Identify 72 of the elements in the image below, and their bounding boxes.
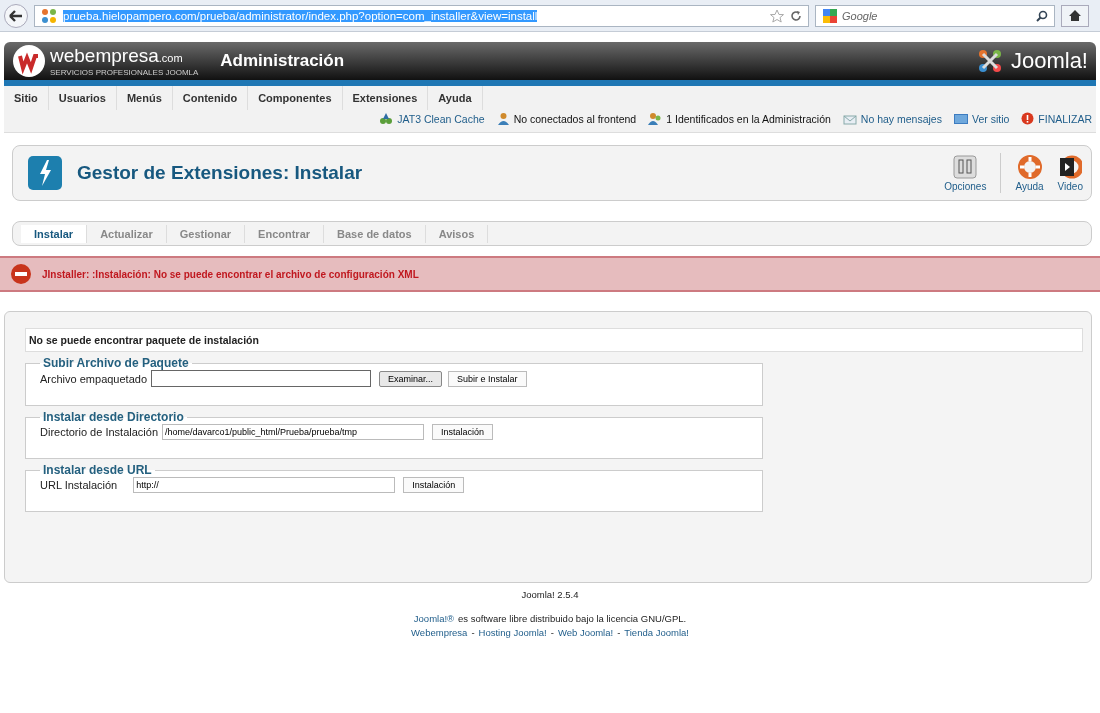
joomla-logo-icon [976,48,1003,74]
status-link[interactable]: JAT3 Clean Cache [379,112,485,125]
brand-name: webempresa.com [50,45,184,68]
menu-item[interactable]: Ayuda [428,86,483,110]
star-icon[interactable] [770,8,784,23]
video-icon [1058,154,1083,179]
joomla-favicon-icon [41,7,57,24]
file-input[interactable] [151,370,371,387]
status-link[interactable]: FINALIZAR [1021,112,1092,125]
webempresa-logo-icon [12,44,46,78]
field-label: Directorio de Instalación [40,426,158,438]
section-legend: Instalar desde URL [40,463,155,477]
monitor-icon [953,113,968,124]
status-link[interactable]: Ver sitio [953,112,1010,125]
error-text: JInstaller: :Instalación: No se puede encontrar el archivo de configuración XML [42,268,419,280]
form-button[interactable]: Examinar... [379,370,443,387]
lifebuoy-icon [1017,154,1042,179]
search-field[interactable]: Google [815,4,1055,27]
header-title: Administración [220,51,345,71]
joomla-logo-text: Joomla! [1010,48,1088,74]
home-button[interactable] [1061,4,1089,27]
subtab[interactable]: Instalar [21,224,88,243]
menu-item[interactable]: Extensiones [342,86,429,110]
form-button[interactable]: Instalación [432,424,494,440]
lightning-icon [27,155,63,191]
search-placeholder: Google [842,9,878,22]
options-icon [953,154,978,179]
link-separator: - [617,626,621,640]
envelope-icon [842,112,857,125]
field-label: URL Instalación [40,479,118,491]
back-button[interactable] [4,3,28,28]
menu-item[interactable]: Usuarios [48,86,117,110]
license-text: es software libre distribuido bajo la licencia GNU/GPL. [458,612,687,626]
search-icon[interactable] [1036,9,1048,22]
footer-link[interactable]: Webempresa [411,626,468,640]
section-legend: Subir Archivo de Paquete [40,356,192,370]
no-entry-icon [10,263,32,285]
link-separator: - [471,626,475,640]
input-field[interactable]: /home/davarco1/public_html/Prueba/prueba/tmp [162,424,424,440]
toolbar-button[interactable]: Video [1057,154,1083,192]
toolbar-button[interactable]: Ayuda [1015,154,1044,192]
section-legend: Instalar desde Directorio [40,410,187,424]
url-text: prueba.hielopampero.com/prueba/administrator/index.php?option=com_installer&view=install [63,9,538,22]
brand-tagline: SERVICIOS PROFESIONALES JOOMLA [50,67,199,77]
field-label: Archivo empaquetado [40,372,147,385]
alert-icon [1021,112,1035,125]
home-icon [1068,9,1082,22]
status-link[interactable]: 1 Identificados en la Administración [648,112,831,125]
menu-item[interactable]: Sitio [4,86,49,110]
user-icon [496,112,510,125]
form-button[interactable]: Instalación [403,477,465,493]
menu-item[interactable]: Menús [116,86,173,110]
status-link[interactable]: No conectados al frontend [496,112,637,125]
cache-icon [379,112,394,125]
users-icon [648,112,663,125]
back-arrow-icon [9,9,23,22]
menu-item[interactable]: Componentes [248,86,343,110]
page-title: Gestor de Extensiones: Instalar [77,162,363,184]
toolbar-button[interactable]: Opciones [944,154,987,192]
form-button[interactable]: Subir e Instalar [448,370,527,387]
status-link[interactable]: No hay mensajes [842,112,942,125]
footer-link[interactable]: Tienda Joomla! [624,626,689,640]
link-separator: - [550,626,554,640]
google-icon [822,7,838,24]
footer-link[interactable]: Joomla!® [413,612,455,626]
input-field[interactable]: http:// [133,477,396,493]
reload-icon[interactable] [790,9,802,22]
footer-link[interactable]: Hosting Joomla! [478,626,547,640]
footer-link[interactable]: Web Joomla! [557,626,614,640]
version-text: Joomla! 2.5.4 [521,589,579,600]
menu-item[interactable]: Contenido [172,86,249,110]
notice-text: No se puede encontrar paquete de instalación [25,328,1083,352]
